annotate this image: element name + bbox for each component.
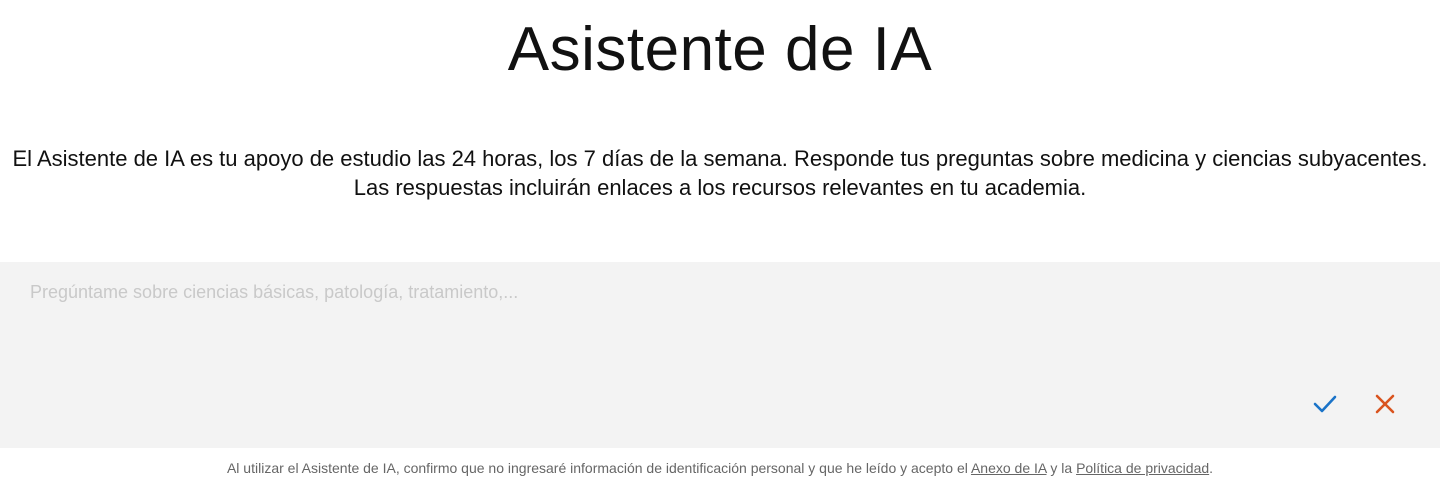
checkmark-icon [1313, 395, 1337, 413]
question-input[interactable] [0, 262, 1290, 448]
question-input-panel [0, 262, 1440, 448]
disclaimer-text-middle: y la [1046, 460, 1077, 476]
close-icon [1375, 394, 1395, 414]
page-title: Asistente de IA [507, 15, 933, 84]
ai-annex-link[interactable]: Anexo de IA [971, 460, 1047, 476]
privacy-policy-link[interactable]: Política de privacidad [1076, 460, 1209, 476]
ai-assistant-page: Asistente de IA El Asistente de IA es tu… [0, 0, 1450, 497]
cancel-button[interactable] [1371, 390, 1399, 418]
submit-button[interactable] [1311, 390, 1339, 418]
disclaimer-text-before: Al utilizar el Asistente de IA, confirmo… [226, 460, 971, 476]
assistant-description: El Asistente de IA es tu apoyo de estudi… [12, 146, 1428, 200]
privacy-disclaimer: Al utilizar el Asistente de IA, confirmo… [0, 458, 1440, 478]
disclaimer-text-after: . [1209, 460, 1214, 476]
